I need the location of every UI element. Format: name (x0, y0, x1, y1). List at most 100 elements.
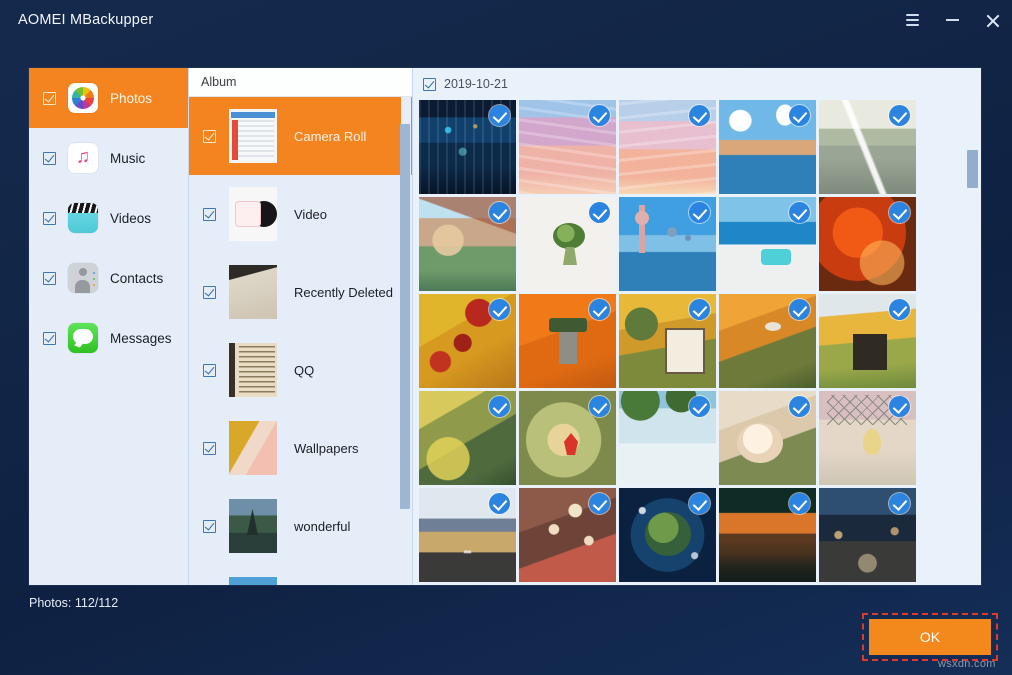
ok-button[interactable]: OK (869, 619, 991, 655)
photo-thumbnail[interactable] (619, 197, 716, 291)
checkbox-photos[interactable] (43, 92, 56, 105)
checkbox-wallpapers[interactable] (203, 442, 216, 455)
photo-checked-icon[interactable] (489, 299, 510, 320)
photo-thumbnail[interactable] (519, 488, 616, 582)
photo-thumbnail[interactable] (719, 197, 816, 291)
sidebar-item-music[interactable]: Music (29, 128, 188, 188)
photo-thumbnail[interactable] (519, 100, 616, 194)
photo-checked-icon[interactable] (589, 105, 610, 126)
content-panels: Photos Music Videos Contacts Messages Al… (29, 68, 981, 585)
minimize-button[interactable] (932, 0, 972, 40)
checkbox-music[interactable] (43, 152, 56, 165)
checkbox-contacts[interactable] (43, 272, 56, 285)
photo-thumbnail[interactable] (719, 294, 816, 388)
sidebar-item-messages[interactable]: Messages (29, 308, 188, 368)
sidebar-label-music: Music (110, 151, 145, 166)
close-button[interactable] (972, 0, 1012, 40)
photo-checked-icon[interactable] (889, 396, 910, 417)
photo-checked-icon[interactable] (889, 493, 910, 514)
list-view-icon (906, 14, 919, 27)
photo-thumbnail[interactable] (819, 197, 916, 291)
photo-checked-icon[interactable] (489, 493, 510, 514)
album-label-camera-roll: Camera Roll (294, 129, 366, 144)
sidebar-label-photos: Photos (110, 91, 152, 106)
checkbox-wonderful[interactable] (203, 520, 216, 533)
photo-thumbnail[interactable] (419, 488, 516, 582)
photo-thumbnail[interactable] (719, 100, 816, 194)
photo-thumbnail[interactable] (819, 391, 916, 485)
photo-checked-icon[interactable] (489, 396, 510, 417)
photo-checked-icon[interactable] (489, 105, 510, 126)
sidebar-item-contacts[interactable]: Contacts (29, 248, 188, 308)
album-item-recently-deleted[interactable]: Recently Deleted (189, 253, 412, 331)
photo-checked-icon[interactable] (789, 396, 810, 417)
checkbox-messages[interactable] (43, 332, 56, 345)
checkbox-camera-roll[interactable] (203, 130, 216, 143)
album-item-camera-roll[interactable]: Camera Roll (189, 97, 412, 175)
photo-checked-icon[interactable] (889, 105, 910, 126)
photo-checked-icon[interactable] (589, 299, 610, 320)
photo-thumbnail[interactable] (619, 100, 716, 194)
photo-checked-icon[interactable] (489, 202, 510, 223)
date-group-label: 2019-10-21 (444, 77, 508, 91)
checkbox-qq[interactable] (203, 364, 216, 377)
album-thumbnail (229, 499, 277, 553)
date-group-header[interactable]: 2019-10-21 (413, 68, 981, 100)
photo-checked-icon[interactable] (889, 299, 910, 320)
photo-checked-icon[interactable] (789, 202, 810, 223)
photo-checked-icon[interactable] (789, 299, 810, 320)
photo-thumbnail[interactable] (419, 294, 516, 388)
album-scrollbar-thumb[interactable] (400, 124, 410, 509)
album-item-wonderful[interactable]: wonderful (189, 487, 412, 565)
window-controls (892, 0, 1012, 40)
minimize-icon (946, 19, 959, 21)
category-sidebar: Photos Music Videos Contacts Messages (29, 68, 188, 585)
album-thumbnail (229, 265, 277, 319)
checkbox-date-group[interactable] (423, 78, 436, 91)
album-item-qq[interactable]: QQ (189, 331, 412, 409)
photo-thumbnail[interactable] (719, 391, 816, 485)
photo-thumbnail[interactable] (619, 391, 716, 485)
photo-checked-icon[interactable] (589, 396, 610, 417)
album-label-qq: QQ (294, 363, 314, 378)
album-list: Camera Roll Video Recently Deleted QQ Wa (189, 97, 412, 585)
album-label-video: Video (294, 207, 327, 222)
album-label-recently-deleted: Recently Deleted (294, 285, 393, 300)
album-item-wallpapers[interactable]: Wallpapers (189, 409, 412, 487)
photo-checked-icon[interactable] (689, 299, 710, 320)
photo-thumbnail[interactable] (419, 197, 516, 291)
photo-thumbnail[interactable] (819, 100, 916, 194)
photo-checked-icon[interactable] (589, 202, 610, 223)
photo-thumbnail[interactable] (519, 197, 616, 291)
photo-checked-icon[interactable] (789, 105, 810, 126)
photo-checked-icon[interactable] (689, 396, 710, 417)
photo-grid-scrollbar-thumb[interactable] (967, 150, 978, 188)
photo-thumbnail[interactable] (419, 100, 516, 194)
list-view-button[interactable] (892, 0, 932, 40)
photo-checked-icon[interactable] (689, 105, 710, 126)
photo-thumbnail[interactable] (619, 294, 716, 388)
photo-thumbnail[interactable] (819, 488, 916, 582)
album-item-partial[interactable] (189, 565, 412, 585)
photo-thumbnail[interactable] (519, 391, 616, 485)
contacts-icon (68, 263, 98, 293)
watermark: wsxdn.com (938, 658, 996, 670)
photo-checked-icon[interactable] (889, 202, 910, 223)
checkbox-recently-deleted[interactable] (203, 286, 216, 299)
sidebar-item-videos[interactable]: Videos (29, 188, 188, 248)
checkbox-video[interactable] (203, 208, 216, 221)
photo-checked-icon[interactable] (689, 493, 710, 514)
photo-thumbnail[interactable] (819, 294, 916, 388)
photo-thumbnail[interactable] (419, 391, 516, 485)
photo-checked-icon[interactable] (589, 493, 610, 514)
photo-grid (419, 100, 965, 585)
photo-thumbnail[interactable] (619, 488, 716, 582)
photo-thumbnail[interactable] (519, 294, 616, 388)
photo-thumbnail[interactable] (719, 488, 816, 582)
photo-checked-icon[interactable] (789, 493, 810, 514)
photo-checked-icon[interactable] (689, 202, 710, 223)
checkbox-videos[interactable] (43, 212, 56, 225)
album-item-video[interactable]: Video (189, 175, 412, 253)
sidebar-item-photos[interactable]: Photos (29, 68, 188, 128)
album-scrollbar-track[interactable] (401, 97, 411, 585)
